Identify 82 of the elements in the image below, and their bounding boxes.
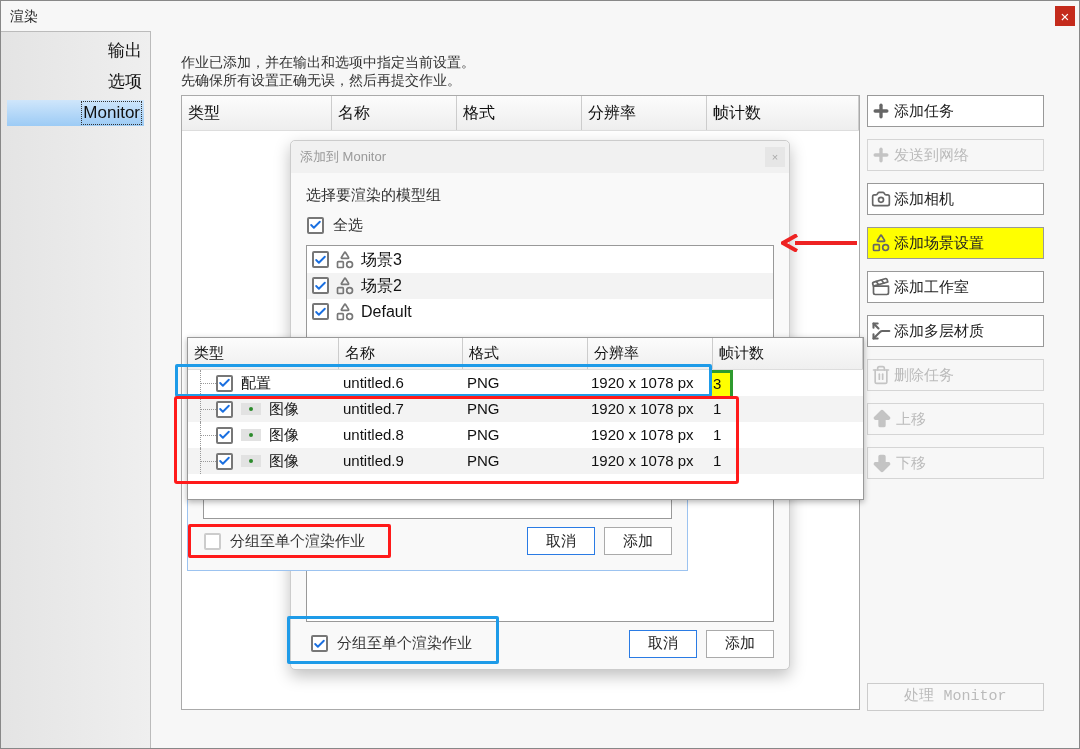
table-cell-text: 1920 x 1078 px <box>590 450 695 471</box>
plus-icon <box>871 101 891 121</box>
checkmark-icon <box>218 402 231 416</box>
arrow-up-icon <box>871 408 893 430</box>
column-header[interactable]: 分辨率 <box>582 96 707 130</box>
checkbox-label: 全选 <box>333 215 363 235</box>
window-title: 渲染 <box>10 6 38 26</box>
dialog-title: 添加到 Monitor <box>300 148 386 167</box>
plus-icon <box>871 145 891 165</box>
table-cell-text: untitled.9 <box>342 450 405 471</box>
group-label: 场景2 <box>361 275 402 296</box>
dialog-button[interactable]: 添加 <box>706 629 774 658</box>
column-header[interactable]: 名称 <box>332 96 457 130</box>
checkbox[interactable] <box>204 532 221 550</box>
action-button[interactable]: 添加场景设置 <box>867 227 1044 259</box>
column-header[interactable]: 格式 <box>457 96 582 130</box>
description-text: 先确保所有设置正确无误，然后再提交作业。 <box>181 71 462 89</box>
action-button[interactable]: 添加工作室 <box>867 271 1044 303</box>
checkbox[interactable] <box>311 635 328 652</box>
arrow-down-icon <box>871 452 893 474</box>
action-button[interactable]: 添加相机 <box>867 183 1044 215</box>
shapes-icon <box>335 275 355 296</box>
table-cell-text: PNG <box>466 424 501 445</box>
checkmark-icon <box>218 428 231 442</box>
table-cell-text: 1920 x 1078 px <box>590 372 695 393</box>
checkbox[interactable] <box>216 400 233 418</box>
sidebar-item[interactable]: 选项 <box>7 69 144 95</box>
prompt-text: 选择要渲染的模型组 <box>306 185 442 205</box>
table-cell-text: 1920 x 1078 px <box>590 398 695 419</box>
arrow-icon <box>781 234 857 252</box>
checkbox[interactable] <box>216 426 233 444</box>
type-text: 图像 <box>269 398 299 419</box>
trash-icon <box>871 365 891 385</box>
action-button[interactable]: 添加多层材质 <box>867 315 1044 347</box>
checkbox[interactable] <box>216 374 233 392</box>
column-header[interactable]: 帧计数 <box>707 96 859 130</box>
column-header[interactable]: 帧计数 <box>713 338 863 369</box>
group-item[interactable]: Default <box>307 298 773 325</box>
type-text: 配置 <box>241 372 271 393</box>
thumbnail-icon <box>241 403 261 415</box>
dialog-button[interactable]: 取消 <box>527 527 595 555</box>
group-label: 场景3 <box>361 249 402 270</box>
dialog-button[interactable]: 添加 <box>604 527 672 555</box>
table-cell-text: 1 <box>712 450 723 471</box>
group-item[interactable]: 场景3 <box>307 246 773 273</box>
table-cell-text: 1 <box>712 398 723 419</box>
checkbox[interactable] <box>216 452 233 470</box>
checkbox[interactable] <box>312 303 329 320</box>
shapes-icon <box>335 249 355 270</box>
table-cell-text: PNG <box>466 372 501 393</box>
table-cell-text: untitled.7 <box>342 398 405 419</box>
type-text: 图像 <box>269 424 299 445</box>
table-cell-text: PNG <box>466 398 501 419</box>
thumbnail-icon <box>241 455 261 467</box>
checkbox[interactable] <box>312 277 329 294</box>
camera-icon <box>871 189 891 209</box>
type-text: 图像 <box>269 450 299 471</box>
column-header[interactable]: 类型 <box>182 96 332 130</box>
close-button[interactable]: × <box>1055 6 1075 26</box>
checkbox[interactable] <box>312 251 329 268</box>
thumbnail-icon <box>241 429 261 441</box>
checkbox[interactable] <box>307 216 324 234</box>
description-text: 作业已添加，并在输出和选项中指定当前设置。 <box>181 53 476 71</box>
action-button[interactable]: 添加任务 <box>867 95 1044 127</box>
shapes-icon <box>335 301 355 322</box>
table-cell-text: 1920 x 1078 px <box>590 424 695 445</box>
checkbox-label: 分组至单个渲染作业 <box>337 633 472 654</box>
sidebar-item[interactable]: 输出 <box>7 38 144 64</box>
group-label: Default <box>361 301 412 322</box>
table-cell-text: untitled.6 <box>342 372 405 393</box>
sidebar-item[interactable]: Monitor <box>7 100 144 126</box>
checkmark-icon <box>218 454 231 468</box>
shapes-icon <box>871 233 891 253</box>
table-cell-text: PNG <box>466 450 501 471</box>
checkbox-label: 分组至单个渲染作业 <box>230 530 365 551</box>
group-item[interactable]: 场景2 <box>307 272 773 299</box>
split-arrow-icon <box>871 321 891 341</box>
checkmark-icon <box>218 376 231 390</box>
table-cell-text: 1 <box>712 424 723 445</box>
dialog-button[interactable]: 取消 <box>629 629 697 658</box>
table-cell-text: untitled.8 <box>342 424 405 445</box>
clapperboard-icon <box>871 277 891 297</box>
